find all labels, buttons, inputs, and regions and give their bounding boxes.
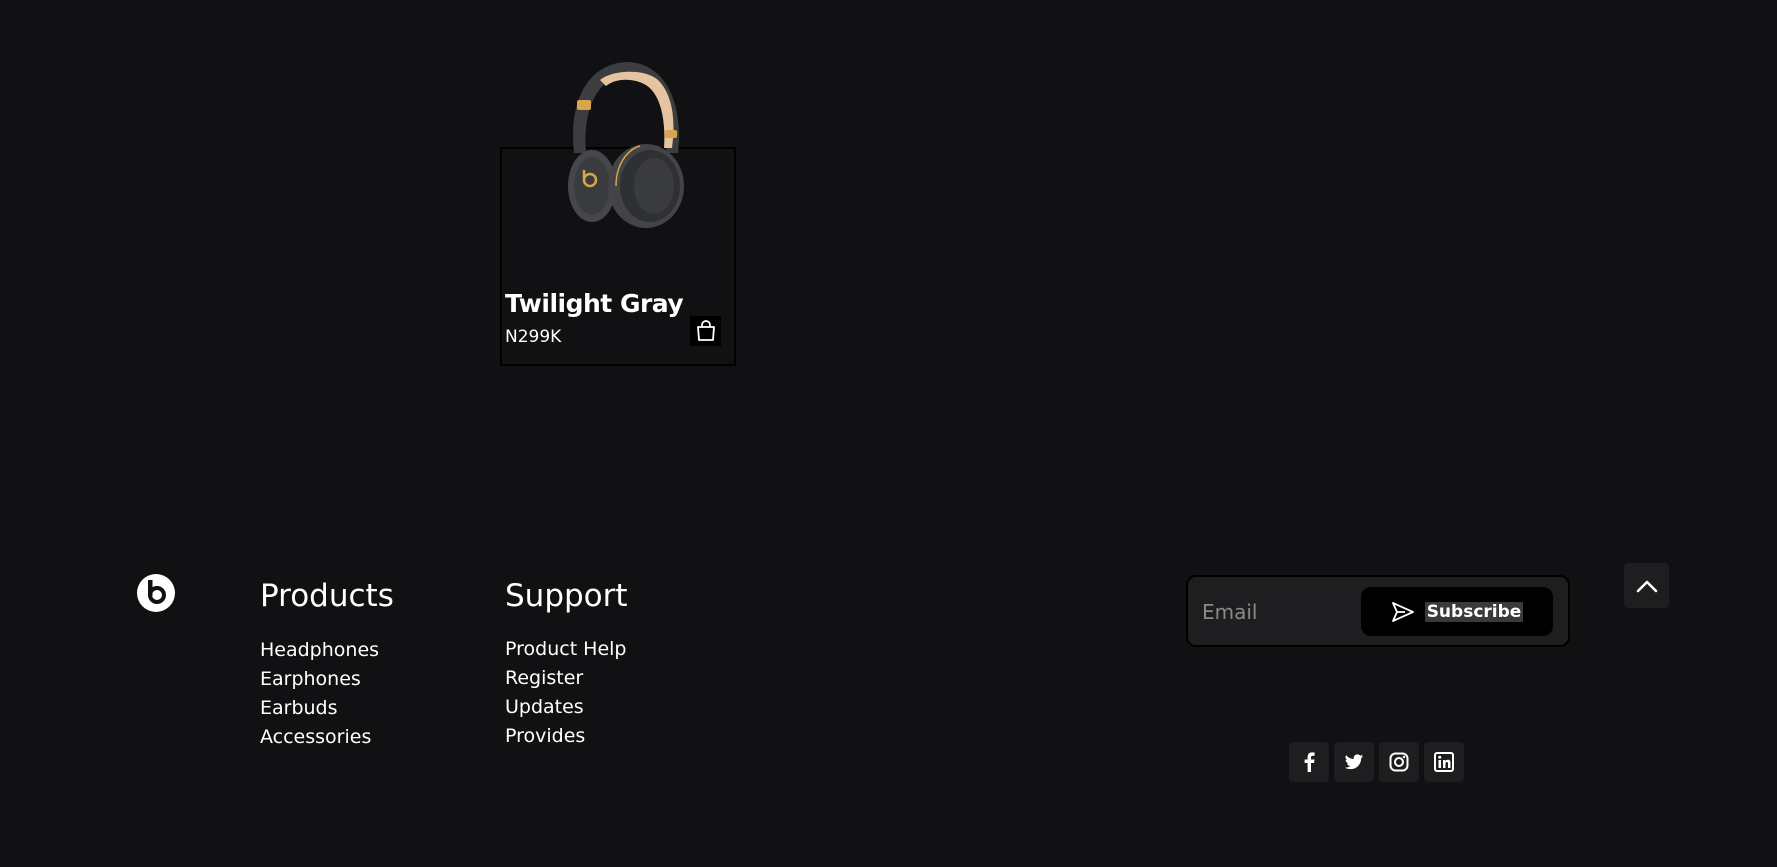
instagram-button[interactable]	[1379, 742, 1419, 782]
email-field[interactable]	[1200, 591, 1364, 633]
products-heading: Products	[260, 578, 394, 614]
footer-link-updates[interactable]: Updates	[505, 693, 627, 722]
instagram-icon	[1389, 752, 1409, 772]
page: Twilight Gray N299K Products Headphones …	[0, 0, 1777, 867]
product-name: Twilight Gray	[505, 289, 684, 318]
footer-link-provides[interactable]: Provides	[505, 722, 627, 751]
footer-link-earbuds[interactable]: Earbuds	[260, 694, 379, 723]
linkedin-button[interactable]	[1424, 742, 1464, 782]
facebook-button[interactable]	[1289, 742, 1329, 782]
add-to-cart-button[interactable]	[690, 316, 721, 346]
shopping-bag-icon	[696, 320, 715, 341]
headphones-image	[568, 62, 684, 228]
subscribe-button[interactable]: Subscribe	[1361, 587, 1553, 636]
subscribe-label: Subscribe	[1424, 601, 1524, 622]
support-heading: Support	[505, 578, 628, 614]
footer-link-earphones[interactable]: Earphones	[260, 665, 379, 694]
twitter-icon	[1344, 753, 1364, 769]
send-icon	[1391, 601, 1414, 622]
footer-link-headphones[interactable]: Headphones	[260, 636, 379, 665]
linkedin-icon	[1434, 752, 1454, 772]
chevron-up-icon	[1636, 580, 1657, 592]
subscribe-form: Subscribe	[1186, 575, 1570, 647]
social-links	[1289, 742, 1464, 782]
footer-link-register[interactable]: Register	[505, 664, 627, 693]
products-links: Headphones Earphones Earbuds Accessories	[260, 636, 379, 752]
footer-link-product-help[interactable]: Product Help	[505, 635, 627, 664]
back-to-top-button[interactable]	[1624, 563, 1669, 608]
twitter-button[interactable]	[1334, 742, 1374, 782]
facebook-icon	[1304, 752, 1315, 772]
beats-logo-icon[interactable]	[137, 574, 175, 612]
footer-link-accessories[interactable]: Accessories	[260, 723, 379, 752]
product-price: N299K	[505, 327, 562, 347]
support-links: Product Help Register Updates Provides	[505, 635, 627, 751]
